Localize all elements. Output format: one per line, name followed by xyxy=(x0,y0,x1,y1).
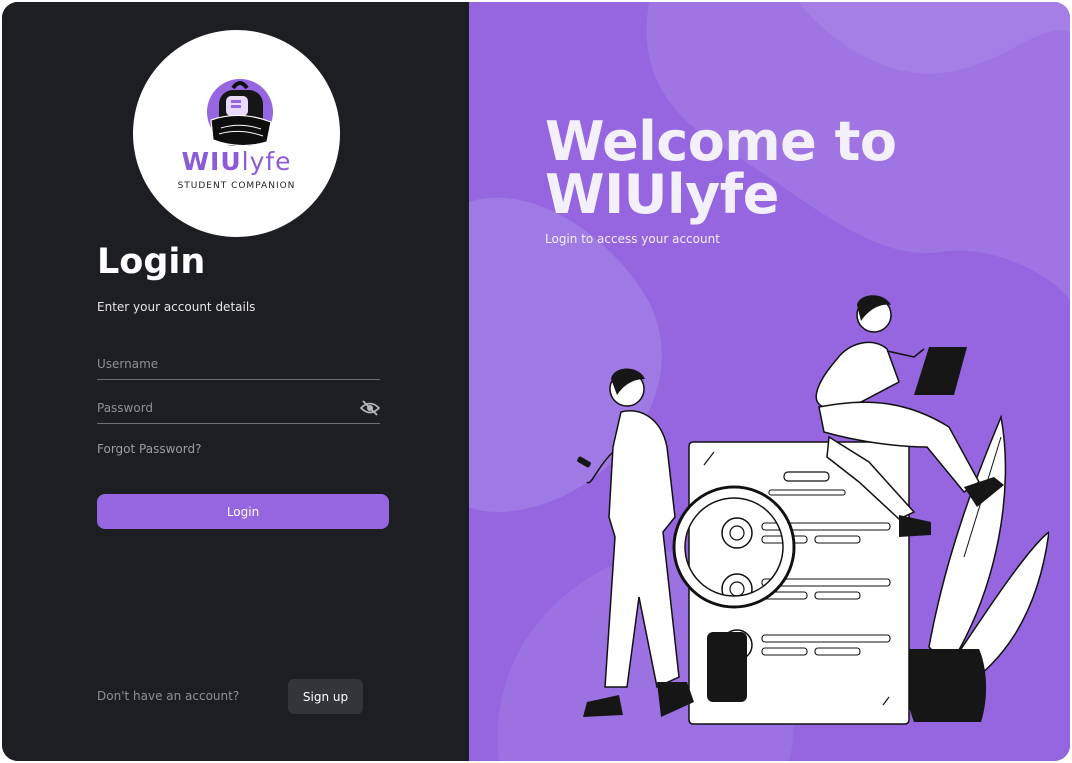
password-field xyxy=(97,393,380,424)
hero-title-line1: Welcome to xyxy=(545,110,897,173)
hero-subtitle: Login to access your account xyxy=(545,232,720,246)
login-subtitle: Enter your account details xyxy=(97,300,256,314)
forgot-password-link[interactable]: Forgot Password? xyxy=(97,442,201,456)
password-input[interactable] xyxy=(97,399,347,417)
brand-tagline: STUDENT COMPANION xyxy=(177,181,296,191)
login-button[interactable]: Login xyxy=(97,494,389,529)
eye-off-icon[interactable] xyxy=(360,399,380,417)
hero-panel: Welcome to WIUlyfe Login to access your … xyxy=(469,2,1070,761)
brand-name: WIUlyfe xyxy=(133,147,340,176)
username-field xyxy=(97,349,380,380)
hero-title-line2: WIUlyfe xyxy=(545,163,779,226)
logo: WIUlyfe STUDENT COMPANION xyxy=(133,30,340,237)
no-account-text: Don't have an account? xyxy=(97,689,240,703)
login-panel: WIUlyfe STUDENT COMPANION Login Enter yo… xyxy=(2,2,469,761)
hero-illustration xyxy=(577,295,1049,725)
username-input[interactable] xyxy=(97,355,347,373)
login-title: Login xyxy=(97,242,206,282)
hero-title: Welcome to WIUlyfe xyxy=(545,110,897,226)
signup-button[interactable]: Sign up xyxy=(288,679,363,714)
brand-name-bold: WIU xyxy=(181,147,242,176)
app-window: WIUlyfe STUDENT COMPANION Login Enter yo… xyxy=(2,2,1070,761)
brand-name-thin: lyfe xyxy=(241,147,292,176)
backpack-icon xyxy=(207,79,273,147)
